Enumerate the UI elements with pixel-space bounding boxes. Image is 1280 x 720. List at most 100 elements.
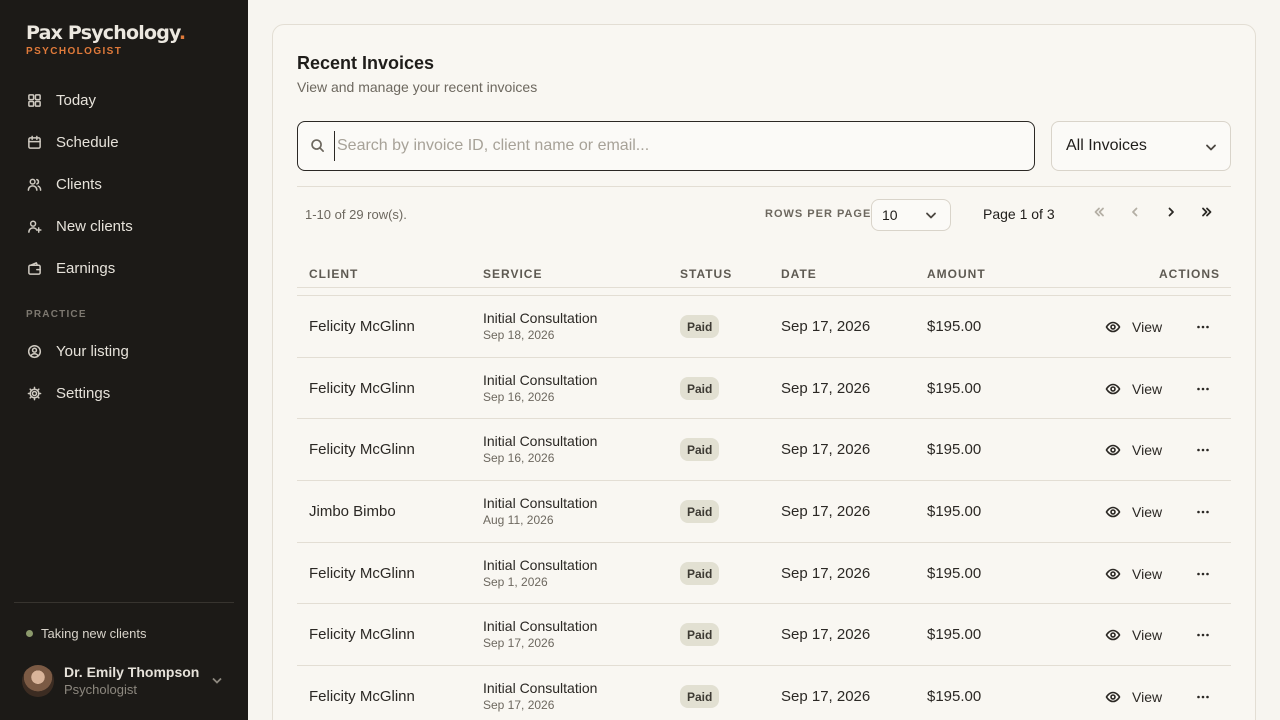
status-badge: Paid: [680, 315, 720, 338]
column-header-amount[interactable]: AMOUNT: [927, 267, 986, 281]
table-row[interactable]: Felicity McGlinn Initial Consultation Sep …: [297, 603, 1231, 665]
column-header-client[interactable]: CLIENT: [309, 267, 358, 281]
more-horizontal-icon: [1196, 320, 1210, 334]
sidebar-item-schedule[interactable]: Schedule: [14, 121, 234, 163]
eye-icon: [1105, 627, 1132, 643]
view-button[interactable]: View: [1105, 316, 1162, 338]
sidebar-item-your-listing[interactable]: Your listing: [14, 330, 234, 372]
view-button[interactable]: View: [1105, 378, 1162, 400]
chevrons-right-icon: [1200, 205, 1214, 224]
brand-name: Pax Psychology: [26, 22, 180, 44]
sidebar-item-new-clients[interactable]: New clients: [14, 205, 234, 247]
invoice-amount: $195.00: [927, 565, 982, 582]
avatar: [22, 665, 54, 697]
view-button[interactable]: View: [1105, 501, 1162, 523]
service-cell: Initial Consultation Sep 1, 2026: [483, 556, 597, 591]
eye-icon: [1105, 566, 1132, 582]
sidebar-item-settings[interactable]: Settings: [14, 372, 234, 414]
search-icon: [310, 138, 326, 154]
brand[interactable]: Pax Psychology. PSYCHOLOGIST: [26, 22, 186, 57]
sidebar-item-label: Clients: [56, 175, 102, 193]
section-label-practice: PRACTICE: [26, 309, 87, 320]
invoice-amount: $195.00: [927, 441, 982, 458]
column-header-status[interactable]: STATUS: [680, 267, 732, 281]
invoice-date: Sep 17, 2026: [781, 565, 871, 582]
table-divider: [297, 287, 1231, 288]
gear-icon: [26, 385, 42, 401]
invoice-amount: $195.00: [927, 380, 982, 397]
service-date: Sep 18, 2026: [483, 328, 555, 342]
user-name: Dr. Emily Thompson: [64, 664, 200, 680]
sidebar-item-label: Schedule: [56, 133, 119, 151]
view-button[interactable]: View: [1105, 563, 1162, 585]
view-button[interactable]: View: [1105, 686, 1162, 708]
invoice-date: Sep 17, 2026: [781, 626, 871, 643]
main-nav: Today Schedule Clients New clients Earni…: [14, 79, 234, 289]
brand-dot: .: [178, 22, 186, 44]
wallet-icon: [26, 260, 42, 276]
status-badge: Paid: [680, 500, 720, 523]
chevron-down-icon: [924, 208, 938, 225]
first-page-button[interactable]: [1087, 202, 1111, 226]
rows-per-page-select[interactable]: 10: [871, 199, 951, 231]
sidebar-item-clients[interactable]: Clients: [14, 163, 234, 205]
user-menu[interactable]: Dr. Emily Thompson Psychologist: [22, 663, 232, 699]
availability-label: Taking new clients: [41, 626, 147, 641]
brand-role: PSYCHOLOGIST: [26, 46, 123, 57]
user-role: Psychologist: [64, 682, 137, 697]
service-name: Initial Consultation: [483, 557, 598, 573]
column-header-date[interactable]: DATE: [781, 267, 817, 281]
search-input[interactable]: [334, 131, 1014, 161]
search-box[interactable]: [297, 121, 1035, 171]
client-name: Felicity McGlinn: [309, 626, 415, 643]
service-date: Sep 17, 2026: [483, 698, 555, 712]
invoice-amount: $195.00: [927, 318, 982, 335]
sidebar-item-label: New clients: [56, 217, 133, 235]
invoice-amount: $195.00: [927, 503, 982, 520]
chevron-right-icon: [1164, 205, 1178, 224]
sidebar-item-label: Your listing: [56, 342, 129, 360]
sidebar-item-label: Earnings: [56, 259, 116, 277]
column-header-service[interactable]: SERVICE: [483, 267, 542, 281]
more-actions-button[interactable]: [1193, 563, 1213, 585]
sidebar-item-earnings[interactable]: Earnings: [14, 247, 234, 289]
view-label: View: [1132, 319, 1163, 335]
next-page-button[interactable]: [1159, 202, 1183, 226]
filter-selected-value: All Invoices: [1066, 137, 1147, 154]
sidebar-item-today[interactable]: Today: [14, 79, 234, 121]
more-actions-button[interactable]: [1193, 686, 1213, 708]
eye-icon: [1105, 504, 1132, 520]
more-actions-button[interactable]: [1193, 501, 1213, 523]
table-row[interactable]: Felicity McGlinn Initial Consultation Sep …: [297, 357, 1231, 419]
invoice-date: Sep 17, 2026: [781, 318, 871, 335]
user-plus-icon: [26, 218, 42, 234]
more-actions-button[interactable]: [1193, 624, 1213, 646]
client-name: Felicity McGlinn: [309, 318, 415, 335]
previous-page-button[interactable]: [1123, 202, 1147, 226]
table-row[interactable]: Felicity McGlinn Initial Consultation Sep …: [297, 295, 1231, 357]
more-actions-button[interactable]: [1193, 439, 1213, 461]
view-button[interactable]: View: [1105, 624, 1162, 646]
view-label: View: [1132, 504, 1163, 520]
more-actions-button[interactable]: [1193, 378, 1213, 400]
last-page-button[interactable]: [1195, 202, 1219, 226]
invoice-date: Sep 17, 2026: [781, 441, 871, 458]
eye-icon: [1105, 442, 1132, 458]
user-circle-icon: [26, 343, 42, 359]
client-name: Jimbo Bimbo: [309, 503, 396, 520]
view-label: View: [1132, 381, 1163, 397]
table-row[interactable]: Jimbo Bimbo Initial Consultation Aug 11, 2…: [297, 480, 1231, 542]
client-name: Felicity McGlinn: [309, 380, 415, 397]
more-horizontal-icon: [1196, 443, 1210, 457]
service-cell: Initial Consultation Sep 17, 2026: [483, 679, 597, 714]
service-date: Aug 11, 2026: [483, 513, 554, 527]
service-date: Sep 17, 2026: [483, 636, 555, 650]
view-button[interactable]: View: [1105, 439, 1162, 461]
service-name: Initial Consultation: [483, 310, 598, 326]
table-row[interactable]: Felicity McGlinn Initial Consultation Sep …: [297, 542, 1231, 604]
table-row[interactable]: Felicity McGlinn Initial Consultation Sep …: [297, 418, 1231, 480]
service-name: Initial Consultation: [483, 433, 598, 449]
table-row[interactable]: Felicity McGlinn Initial Consultation Sep …: [297, 665, 1231, 720]
more-actions-button[interactable]: [1193, 316, 1213, 338]
invoice-filter-select[interactable]: All Invoices: [1051, 121, 1231, 171]
